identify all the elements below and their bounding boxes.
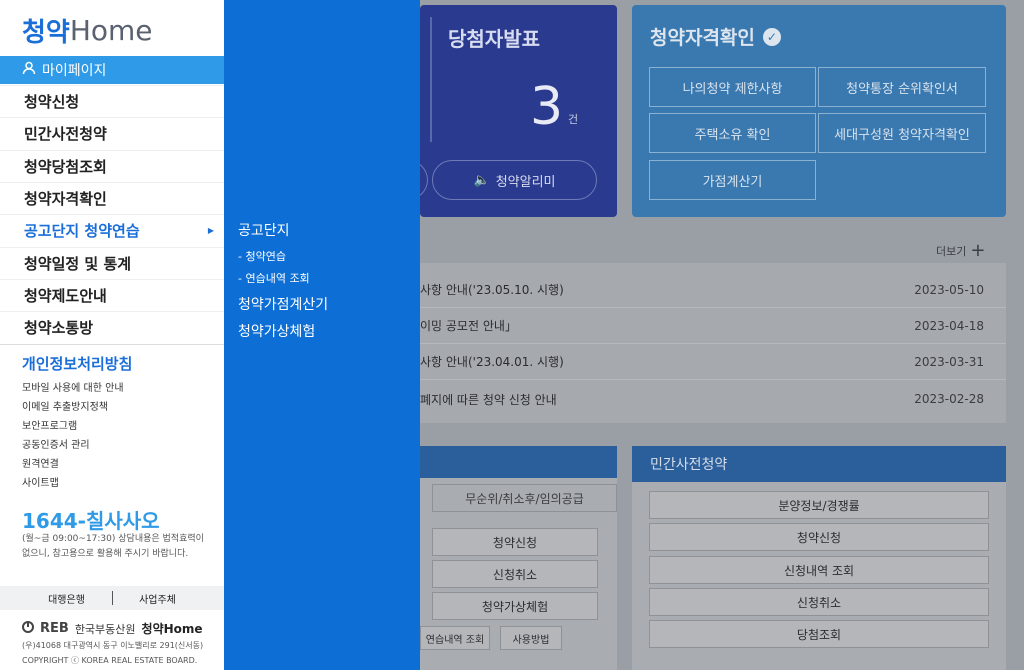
alert-button[interactable]: 🔈 청약알리미 — [432, 160, 597, 200]
arrow-right-icon: ▶ — [207, 226, 214, 235]
footer-logo: REB 한국부동산원 청약Home — [22, 620, 203, 637]
notice-title: 폐지에 따른 청약 신청 안내 — [420, 392, 557, 407]
user-icon — [22, 61, 36, 79]
my-restrictions-button[interactable]: 나의청약 제한사항 — [649, 67, 816, 107]
mypage-button[interactable]: 마이페이지 — [0, 56, 224, 84]
pre-subscription-title: 민간사전청약 — [632, 446, 1006, 482]
phone-note: (월~금 09:00~17:30) 상담내용은 법적효력이 없으니, 참고용으로… — [22, 534, 204, 559]
reb-text: REB — [40, 621, 69, 636]
reb-logo-icon — [22, 621, 34, 636]
mobile-guide-link[interactable]: 모바일 사용에 대한 안내 — [22, 379, 124, 394]
more-link[interactable]: 더보기 + — [936, 242, 985, 260]
notice-row[interactable]: 이밍 공모전 안내」 2023-04-18 — [420, 308, 1006, 344]
mypage-label: 마이페이지 — [42, 63, 107, 79]
house-ownership-button[interactable]: 주택소유 확인 — [649, 113, 816, 153]
address: (우)41068 대구광역시 동구 이노밸리로 291(신서동) — [22, 641, 204, 650]
speaker-icon: 🔈 — [473, 172, 490, 188]
sidebar-item-private-pre[interactable]: 민간사전청약 — [0, 117, 224, 149]
notice-title: 사항 안내('23.05.10. 시행) — [420, 283, 564, 297]
certificate-link[interactable]: 공동인증서 관리 — [22, 436, 90, 451]
alert-button-label: 청약알리미 — [495, 174, 556, 190]
plus-icon: + — [970, 240, 986, 261]
sidebar-item-community[interactable]: 청약소통방 — [0, 311, 224, 343]
notice-row[interactable]: 사항 안내('23.05.10. 시행) 2023-05-10 — [420, 272, 1006, 308]
bank-button[interactable]: 대행은행 — [22, 591, 112, 606]
notice-date: 2023-03-31 — [914, 354, 984, 369]
more-label: 더보기 — [936, 245, 967, 258]
winners-count: 3 — [530, 77, 564, 137]
winner-lookup-button[interactable]: 당첨조회 — [649, 620, 989, 648]
sidebar-item-winner-lookup[interactable]: 청약당첨조회 — [0, 150, 224, 182]
footer-brand: 청약Home — [141, 622, 203, 636]
sitemap-link[interactable]: 사이트맵 — [22, 474, 59, 489]
sales-info-button[interactable]: 분양정보/경쟁률 — [649, 491, 989, 519]
sidebar-item-practice[interactable]: 공고단지 청약연습 ▶ — [0, 214, 224, 246]
remote-link[interactable]: 원격연결 — [22, 455, 59, 470]
score-calculator-button[interactable]: 가점계산기 — [649, 160, 816, 200]
submenu-virtual-experience[interactable]: 청약가상체험 — [238, 321, 315, 341]
virtual-experience-button[interactable]: 청약가상체험 — [432, 592, 598, 620]
apply-button[interactable]: 청약신청 — [432, 528, 598, 556]
sidebar-item-apply[interactable]: 청약신청 — [0, 85, 224, 117]
notice-date: 2023-05-10 — [914, 282, 984, 297]
divider — [0, 344, 224, 345]
notice-date: 2023-02-28 — [914, 392, 984, 406]
submenu-announced-complex[interactable]: 공고단지 — [238, 220, 290, 240]
pre-apply-button[interactable]: 청약신청 — [649, 523, 989, 551]
security-program-link[interactable]: 보안프로그램 — [22, 417, 77, 432]
check-icon: ✓ — [762, 27, 781, 46]
notice-title: 사항 안내('23.04.01. 시행) — [420, 355, 564, 369]
copyright: COPYRIGHT ⓒ KOREA REAL ESTATE BOARD. — [22, 656, 198, 665]
logo[interactable]: 청약 Home — [22, 12, 153, 49]
practice-history-button[interactable]: 연습내역 조회 — [420, 626, 490, 650]
phone-number: 1644-칠사사오 — [22, 509, 160, 533]
email-policy-link[interactable]: 이메일 추출방지정책 — [22, 398, 108, 413]
submenu-practice[interactable]: - 청약연습 — [238, 248, 286, 264]
operator-button[interactable]: 사업주체 — [113, 591, 203, 606]
sidebar-item-schedule[interactable]: 청약일정 및 통계 — [0, 247, 224, 279]
notice-date: 2023-04-18 — [914, 318, 984, 333]
tab-unranked[interactable]: 무순위/취소후/임의공급 — [432, 484, 617, 512]
cancel-apply-button[interactable]: 신청취소 — [432, 560, 598, 588]
submenu-practice-history[interactable]: - 연습내역 조회 — [238, 270, 310, 286]
winners-unit: 건 — [568, 113, 579, 126]
qualification-title-text: 청약자격확인 — [650, 27, 755, 49]
qualification-title: 청약자격확인 ✓ — [650, 23, 781, 50]
sidebar-item-guide[interactable]: 청약제도안내 — [0, 279, 224, 311]
apply-history-button[interactable]: 신청내역 조회 — [649, 556, 989, 584]
bank-bar: 대행은행 사업주체 — [0, 586, 224, 610]
submenu-panel: 공고단지 - 청약연습 - 연습내역 조회 청약가점계산기 청약가상체험 — [224, 0, 420, 670]
pre-cancel-button[interactable]: 신청취소 — [649, 588, 989, 616]
org-name: 한국부동산원 — [74, 622, 136, 636]
logo-part2: Home — [69, 14, 153, 47]
sidebar-item-qualification[interactable]: 청약자격확인 — [0, 182, 224, 214]
apply-panel-header — [420, 446, 617, 478]
notice-row[interactable]: 폐지에 따른 청약 신청 안내 2023-02-28 — [420, 381, 1006, 417]
logo-part1: 청약 — [22, 18, 70, 48]
sidebar: 청약 Home 마이페이지 청약신청 민간사전청약 청약당첨조회 청약자격확인 공… — [0, 0, 224, 670]
notice-title: 이밍 공모전 안내」 — [420, 319, 517, 333]
winners-card: 당첨자발표 3 건 🔈 청약알리미 — [400, 5, 617, 217]
privacy-policy-link[interactable]: 개인정보처리방침 — [22, 353, 132, 374]
divider — [430, 17, 432, 142]
household-qualification-button[interactable]: 세대구성원 청약자격확인 — [818, 113, 986, 153]
usage-button[interactable]: 사용방법 — [500, 626, 562, 650]
sidebar-item-practice-label: 공고단지 청약연습 — [24, 222, 140, 240]
notice-row[interactable]: 사항 안내('23.04.01. 시행) 2023-03-31 — [420, 344, 1006, 380]
submenu-score-calculator[interactable]: 청약가점계산기 — [238, 294, 328, 314]
winners-title: 당첨자발표 — [448, 27, 540, 51]
account-rank-button[interactable]: 청약통장 순위확인서 — [818, 67, 986, 107]
